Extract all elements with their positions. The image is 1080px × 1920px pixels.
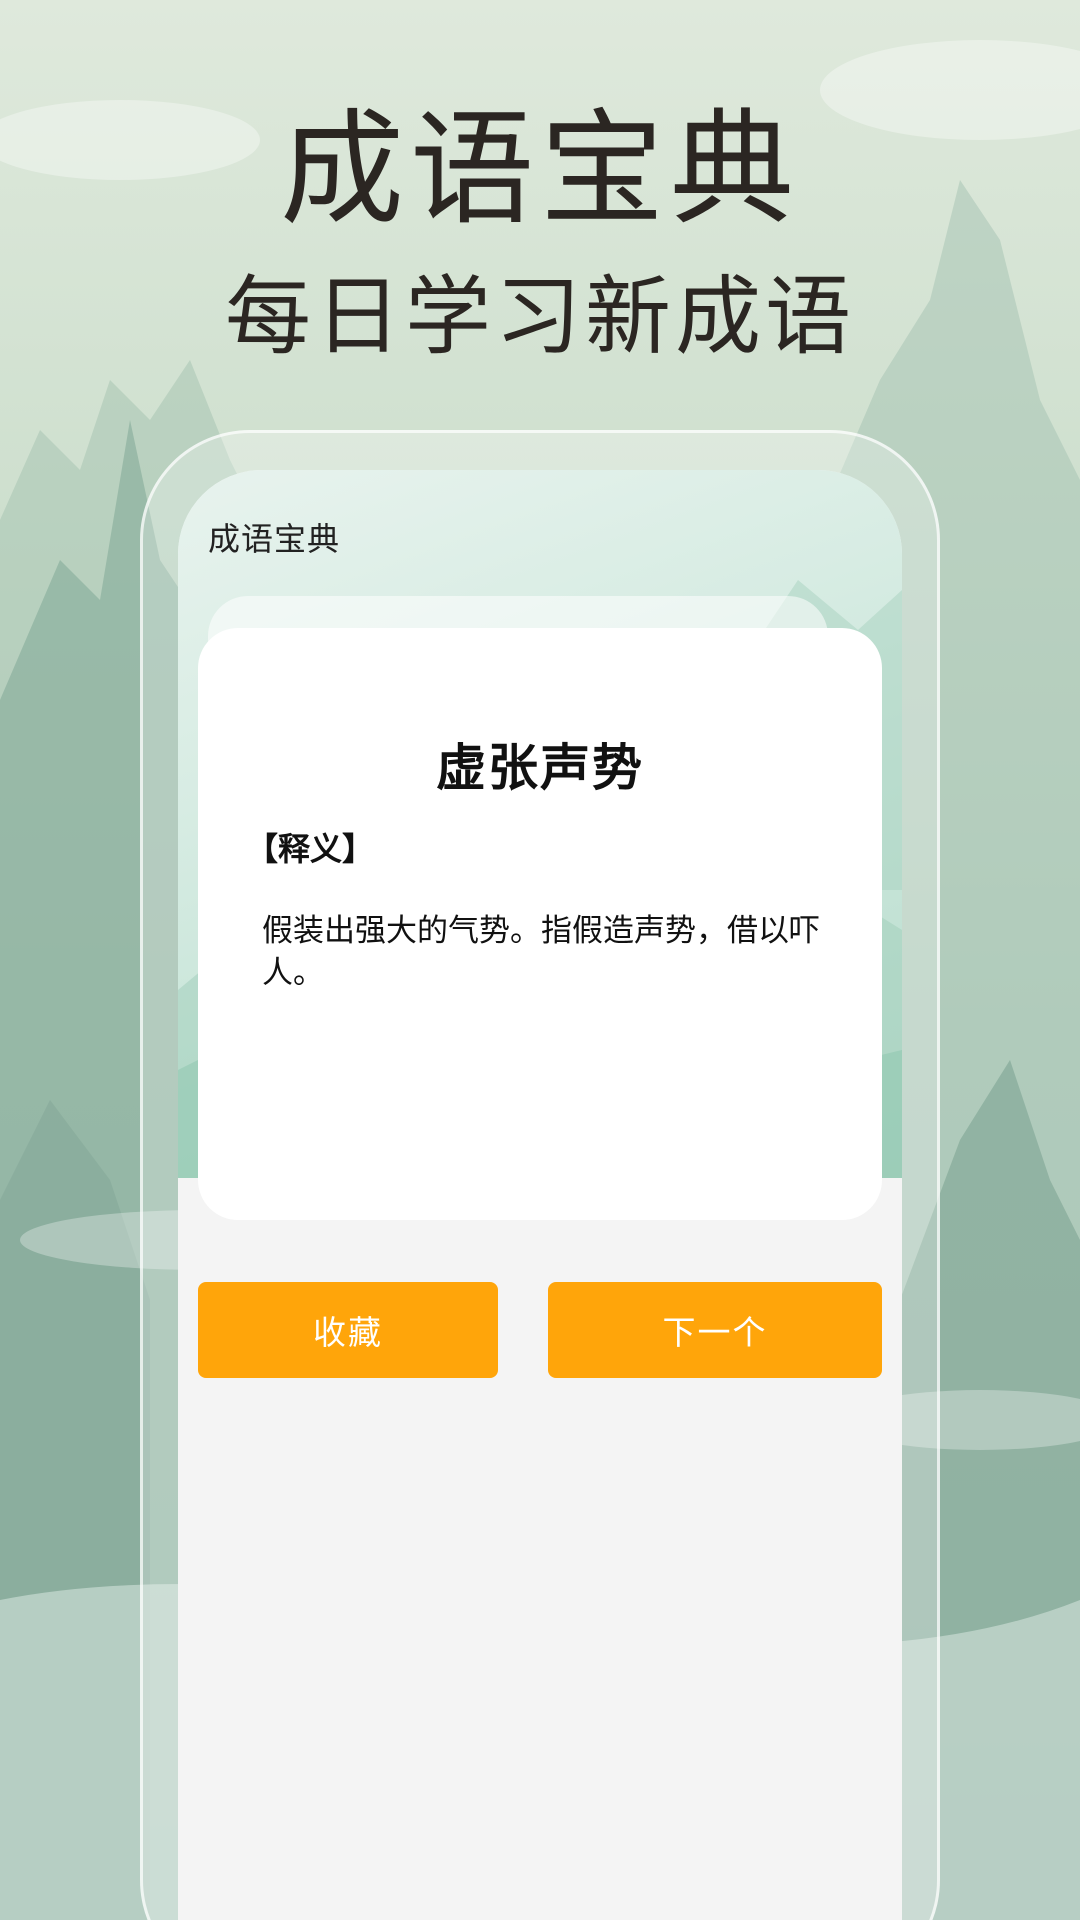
promo-page: 成语宝典 每日学习新成语 成语宝典 虚张声势 【释义】 假装出强大的气势。指假造…	[0, 0, 1080, 1920]
app-title: 成语宝典	[208, 520, 341, 558]
phone-screen: 成语宝典 虚张声势 【释义】 假装出强大的气势。指假造声势，借以吓人。 收藏 下…	[178, 470, 902, 1920]
promo-title: 成语宝典	[279, 98, 800, 242]
promo-subtitle: 每日学习新成语	[225, 267, 855, 367]
favorite-button[interactable]: 收藏	[198, 1282, 498, 1378]
idiom-card: 虚张声势 【释义】 假装出强大的气势。指假造声势，借以吓人。	[198, 628, 882, 1220]
definition-label: 【释义】	[246, 830, 375, 868]
next-button[interactable]: 下一个	[548, 1282, 882, 1378]
idiom-text: 虚张声势	[436, 739, 644, 797]
definition-text: 假装出强大的气势。指假造声势，借以吓人。	[262, 913, 820, 991]
